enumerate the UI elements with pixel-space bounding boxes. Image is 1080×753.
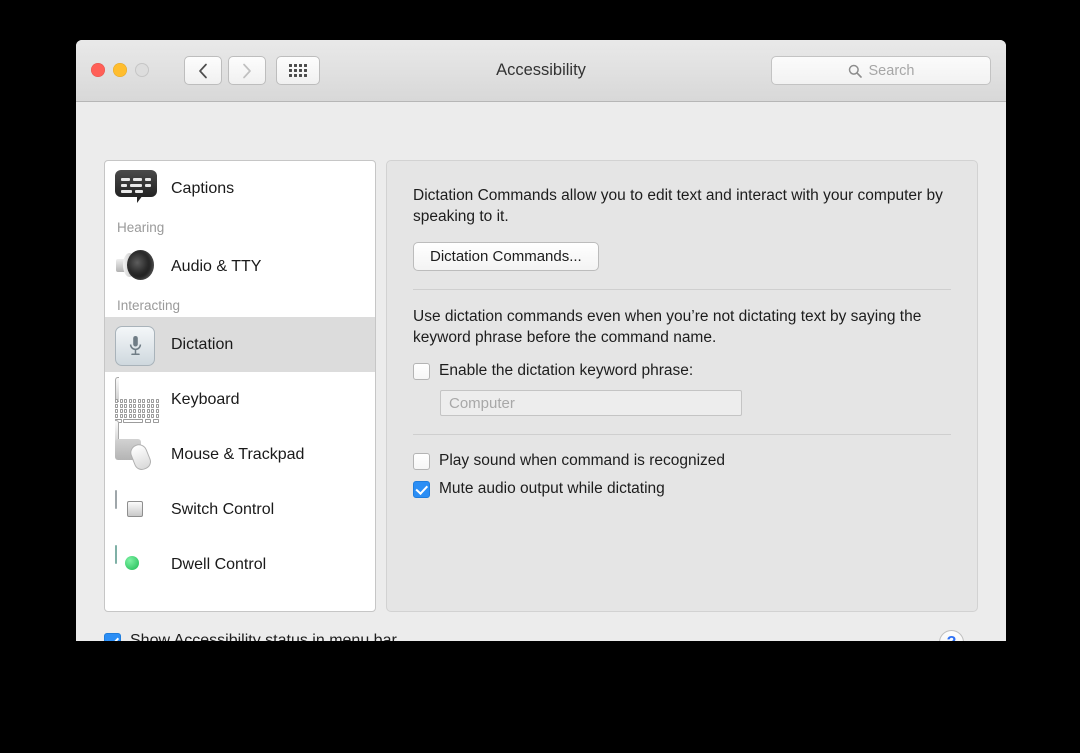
accessibility-feature-list[interactable]: Captions Hearing Audio & TTY Interacting <box>104 160 376 612</box>
sidebar-item-captions[interactable]: Captions <box>105 161 375 216</box>
panel-divider-1 <box>413 288 951 290</box>
dictation-intro-text: Dictation Commands allow you to edit tex… <box>413 187 943 226</box>
search-icon <box>848 64 862 78</box>
play-sound-row[interactable]: Play sound when command is recognized <box>413 451 951 472</box>
switch-control-icon <box>115 490 159 528</box>
mute-audio-row[interactable]: Mute audio output while dictating <box>413 479 951 500</box>
sidebar-item-dictation[interactable]: Dictation <box>105 317 375 372</box>
sidebar-item-switch-control[interactable]: Switch Control <box>105 482 375 537</box>
dwell-control-icon <box>115 545 159 583</box>
keyword-phrase-input[interactable]: Computer <box>440 390 742 417</box>
keyword-description-text: Use dictation commands even when you’re … <box>413 307 922 347</box>
sidebar-item-audio-tty[interactable]: Audio & TTY <box>105 239 375 294</box>
sidebar-item-label: Mouse & Trackpad <box>171 445 305 463</box>
sidebar-item-label: Audio & TTY <box>171 257 262 275</box>
window-body: Captions Hearing Audio & TTY Interacting <box>76 102 1006 641</box>
enable-keyword-phrase-row[interactable]: Enable the dictation keyword phrase: <box>413 361 951 382</box>
play-sound-label: Play sound when command is recognized <box>439 452 726 470</box>
enable-keyword-phrase-checkbox[interactable] <box>413 362 430 380</box>
sidebar-item-dwell-control[interactable]: Dwell Control <box>105 537 375 592</box>
show-status-row[interactable]: Show Accessibility status in menu bar <box>104 630 978 641</box>
mute-audio-checkbox[interactable] <box>413 481 430 499</box>
preferences-window: Accessibility Search Captions Hearing Au… <box>76 40 1006 641</box>
search-input[interactable]: Search <box>771 56 991 85</box>
search-placeholder: Search <box>868 62 915 79</box>
show-accessibility-status-checkbox[interactable] <box>104 633 121 641</box>
microphone-glyph <box>129 336 141 356</box>
sidebar-item-label: Switch Control <box>171 500 275 518</box>
window-titlebar: Accessibility Search <box>76 40 1006 102</box>
sidebar-group-interacting: Interacting <box>117 298 181 313</box>
enable-keyword-phrase-label: Enable the dictation keyword phrase: <box>439 361 694 379</box>
keyboard-icon <box>115 377 159 446</box>
show-accessibility-status-label: Show Accessibility status in menu bar <box>130 632 397 641</box>
sidebar-item-label: Dwell Control <box>171 555 267 573</box>
microphone-icon <box>115 326 159 366</box>
dictation-settings-panel: Dictation Commands allow you to edit tex… <box>386 160 978 612</box>
sidebar-item-label: Captions <box>171 179 235 197</box>
captions-icon <box>115 170 159 207</box>
sidebar-item-label: Keyboard <box>171 390 240 408</box>
sidebar-group-hearing: Hearing <box>117 220 165 235</box>
sidebar-item-mouse-trackpad[interactable]: Mouse & Trackpad <box>105 427 375 482</box>
window-footer: Show Accessibility status in menu bar ? <box>104 630 978 641</box>
mouse-trackpad-icon <box>115 436 159 473</box>
panel-divider-2 <box>413 434 951 436</box>
sidebar-item-keyboard[interactable]: Keyboard <box>105 372 375 446</box>
dictation-commands-button[interactable]: Dictation Commands... <box>413 241 599 271</box>
sidebar-item-label: Dictation <box>171 335 234 353</box>
mute-audio-label: Mute audio output while dictating <box>439 480 665 498</box>
play-sound-checkbox[interactable] <box>413 453 430 471</box>
speaker-icon <box>115 248 159 285</box>
